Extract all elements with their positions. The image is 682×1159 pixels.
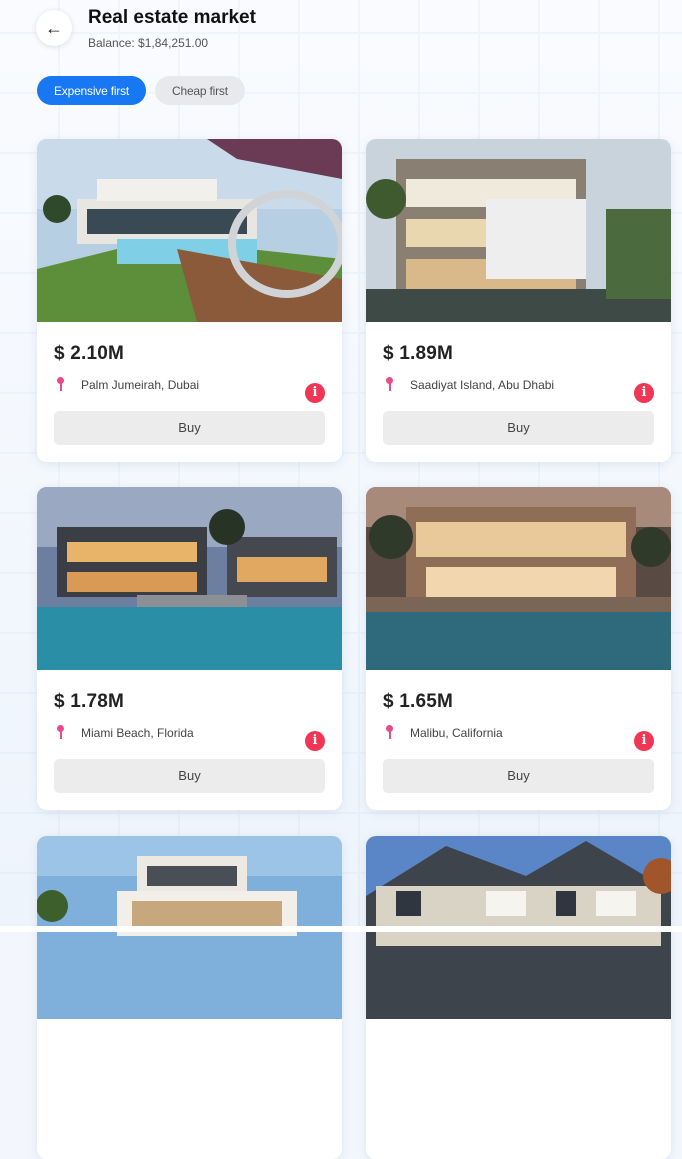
listing-price: $ 2.10M <box>54 343 125 364</box>
property-photo <box>366 487 671 670</box>
listing-card <box>37 836 342 1159</box>
listing-card <box>366 836 671 1159</box>
location-text: Saadiyat Island, Abu Dhabi <box>410 378 555 392</box>
arrow-left-icon: ← <box>45 17 63 38</box>
buy-button[interactable]: Buy <box>383 411 654 445</box>
back-button[interactable]: ← <box>36 10 72 46</box>
info-icon[interactable]: i <box>305 731 325 751</box>
buy-button[interactable]: Buy <box>383 759 654 793</box>
listing-price: $ 1.78M <box>54 691 125 712</box>
property-photo <box>37 139 342 322</box>
listing-location: Saadiyat Island, Abu Dhabi <box>383 377 554 393</box>
location-text: Palm Jumeirah, Dubai <box>81 378 200 392</box>
buy-button[interactable]: Buy <box>54 759 325 793</box>
map-pin-icon <box>383 725 397 741</box>
listing-card: $ 1.89M Saadiyat Island, Abu Dhabi i Buy <box>366 139 671 462</box>
listing-location: Malibu, California <box>383 725 503 741</box>
page-header: ← Real estate market Balance: $1,84,251.… <box>0 0 682 130</box>
location-text: Miami Beach, Florida <box>81 726 194 740</box>
listing-card: $ 1.78M Miami Beach, Florida i Buy <box>37 487 342 810</box>
balance-text: Balance: $1,84,251.00 <box>88 36 209 50</box>
info-icon[interactable]: i <box>634 383 654 403</box>
map-pin-icon <box>54 725 68 741</box>
page-title: Real estate market <box>88 7 256 28</box>
listing-location: Miami Beach, Florida <box>54 725 194 741</box>
listing-price: $ 1.65M <box>383 691 454 712</box>
sort-cheap-first-button[interactable]: Cheap first <box>155 76 245 105</box>
listing-grid: $ 2.10M Palm Jumeirah, Dubai i Buy $ 1.8… <box>0 0 682 1159</box>
map-pin-icon <box>54 377 68 393</box>
bottom-edge <box>0 926 682 932</box>
map-pin-icon <box>383 377 397 393</box>
listing-price: $ 1.89M <box>383 343 454 364</box>
info-icon[interactable]: i <box>634 731 654 751</box>
location-text: Malibu, California <box>410 726 503 740</box>
listing-card: $ 2.10M Palm Jumeirah, Dubai i Buy <box>37 139 342 462</box>
info-icon[interactable]: i <box>305 383 325 403</box>
buy-button[interactable]: Buy <box>54 411 325 445</box>
sort-expensive-first-button[interactable]: Expensive first <box>37 76 147 105</box>
listing-card: $ 1.65M Malibu, California i Buy <box>366 487 671 810</box>
listing-location: Palm Jumeirah, Dubai <box>54 377 199 393</box>
property-photo <box>37 487 342 670</box>
property-photo <box>366 139 671 322</box>
